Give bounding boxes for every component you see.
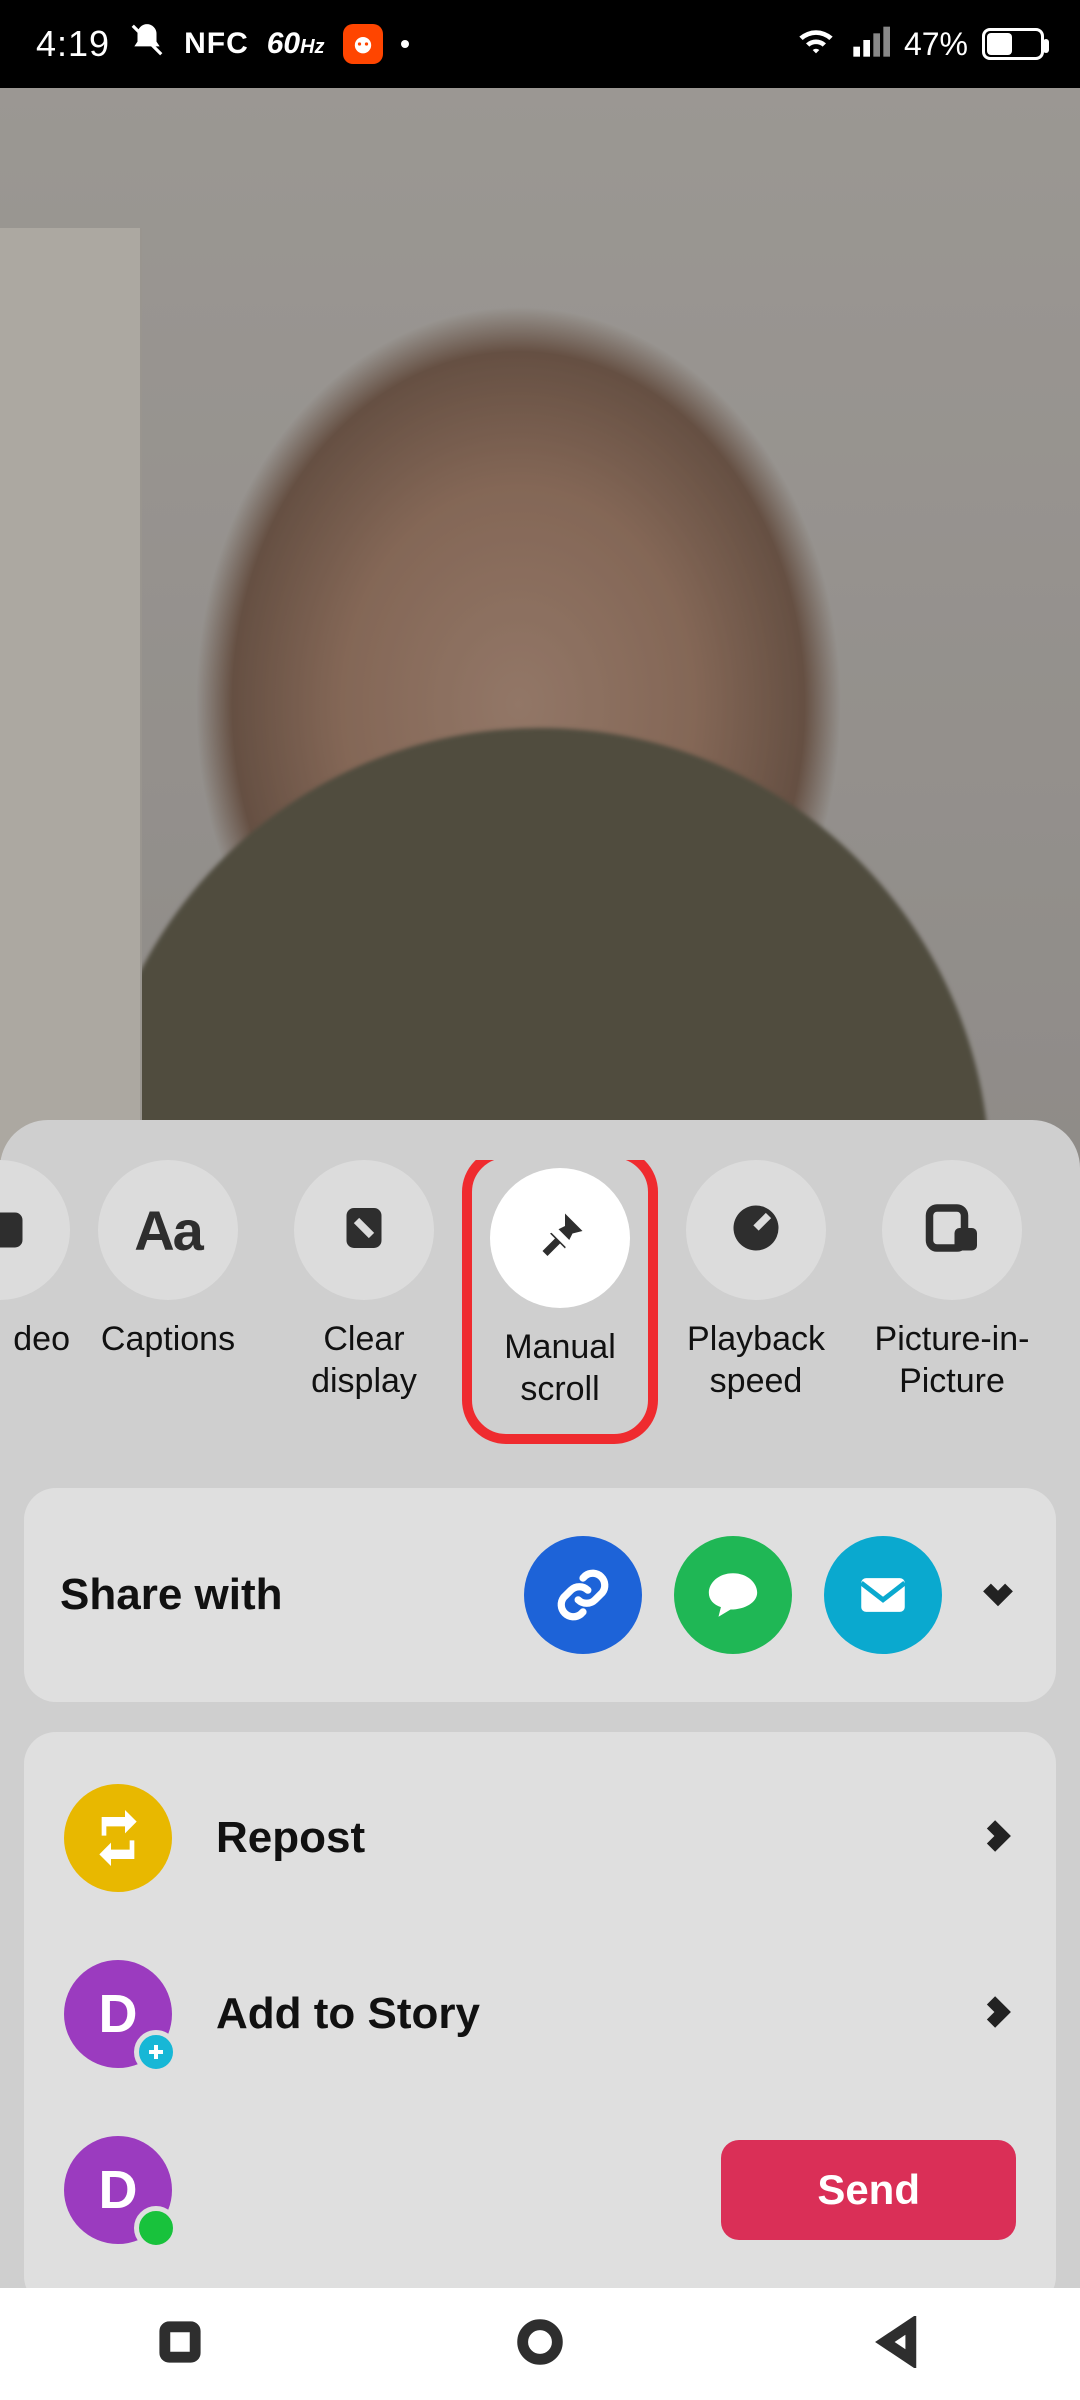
share-copy-link-button[interactable] <box>524 1536 642 1654</box>
cellular-signal-icon <box>850 20 890 69</box>
nav-home-button[interactable] <box>514 2316 566 2373</box>
nav-back-button[interactable] <box>874 2316 926 2373</box>
story-avatar: D <box>64 1960 172 2068</box>
system-nav-bar <box>0 2288 1080 2400</box>
options-share-sheet: deo Aa Captions Clear display <box>0 1120 1080 2288</box>
captions-icon: Aa <box>134 1198 202 1263</box>
option-manual-scroll[interactable]: Manual scroll <box>462 1160 658 1444</box>
option-clear-display[interactable]: Clear display <box>266 1160 462 1402</box>
notifications-muted-icon <box>128 21 166 68</box>
row-contact[interactable]: D Send <box>24 2102 1056 2278</box>
battery-icon <box>982 28 1044 60</box>
status-dot-icon <box>401 40 409 48</box>
row-repost[interactable]: Repost <box>24 1750 1056 1926</box>
status-clock: 4:19 <box>36 23 110 65</box>
nav-recent-button[interactable] <box>154 2316 206 2373</box>
send-button[interactable]: Send <box>721 2140 1016 2240</box>
speedometer-icon <box>726 1198 786 1263</box>
status-nfc: NFC <box>184 27 249 61</box>
share-with-card: Share with <box>24 1488 1056 1702</box>
contact-avatar: D <box>64 2136 172 2244</box>
plus-badge-icon <box>134 2030 178 2074</box>
clear-display-icon <box>334 1198 394 1263</box>
pip-icon <box>922 1198 982 1263</box>
repost-icon <box>64 1784 172 1892</box>
status-refresh-rate: 60Hz <box>267 27 325 61</box>
option-captions[interactable]: Aa Captions <box>70 1160 266 1402</box>
share-expand-button[interactable] <box>976 1571 1020 1620</box>
row-add-to-story[interactable]: D Add to Story <box>24 1926 1056 2102</box>
pin-off-icon <box>530 1206 590 1271</box>
option-playback-speed[interactable]: Playback speed <box>658 1160 854 1402</box>
share-email-button[interactable] <box>824 1536 942 1654</box>
video-options-row[interactable]: deo Aa Captions Clear display <box>0 1160 1080 1488</box>
share-target-list: Repost D Add to Story D Send <box>24 1732 1056 2308</box>
option-picture-in-picture[interactable]: Picture-in-Picture <box>854 1160 1050 1402</box>
status-bar: 4:19 NFC 60Hz 47% <box>0 0 1080 88</box>
chevron-right-icon <box>976 1816 1016 1861</box>
share-messages-button[interactable] <box>674 1536 792 1654</box>
option-video-partial[interactable]: deo <box>0 1160 70 1402</box>
chevron-right-icon <box>976 1992 1016 2037</box>
status-battery-pct: 47% <box>904 26 968 63</box>
wifi-icon <box>796 20 836 69</box>
share-with-title: Share with <box>60 1570 283 1620</box>
online-badge-icon <box>134 2206 178 2250</box>
reddit-app-icon <box>343 24 383 64</box>
